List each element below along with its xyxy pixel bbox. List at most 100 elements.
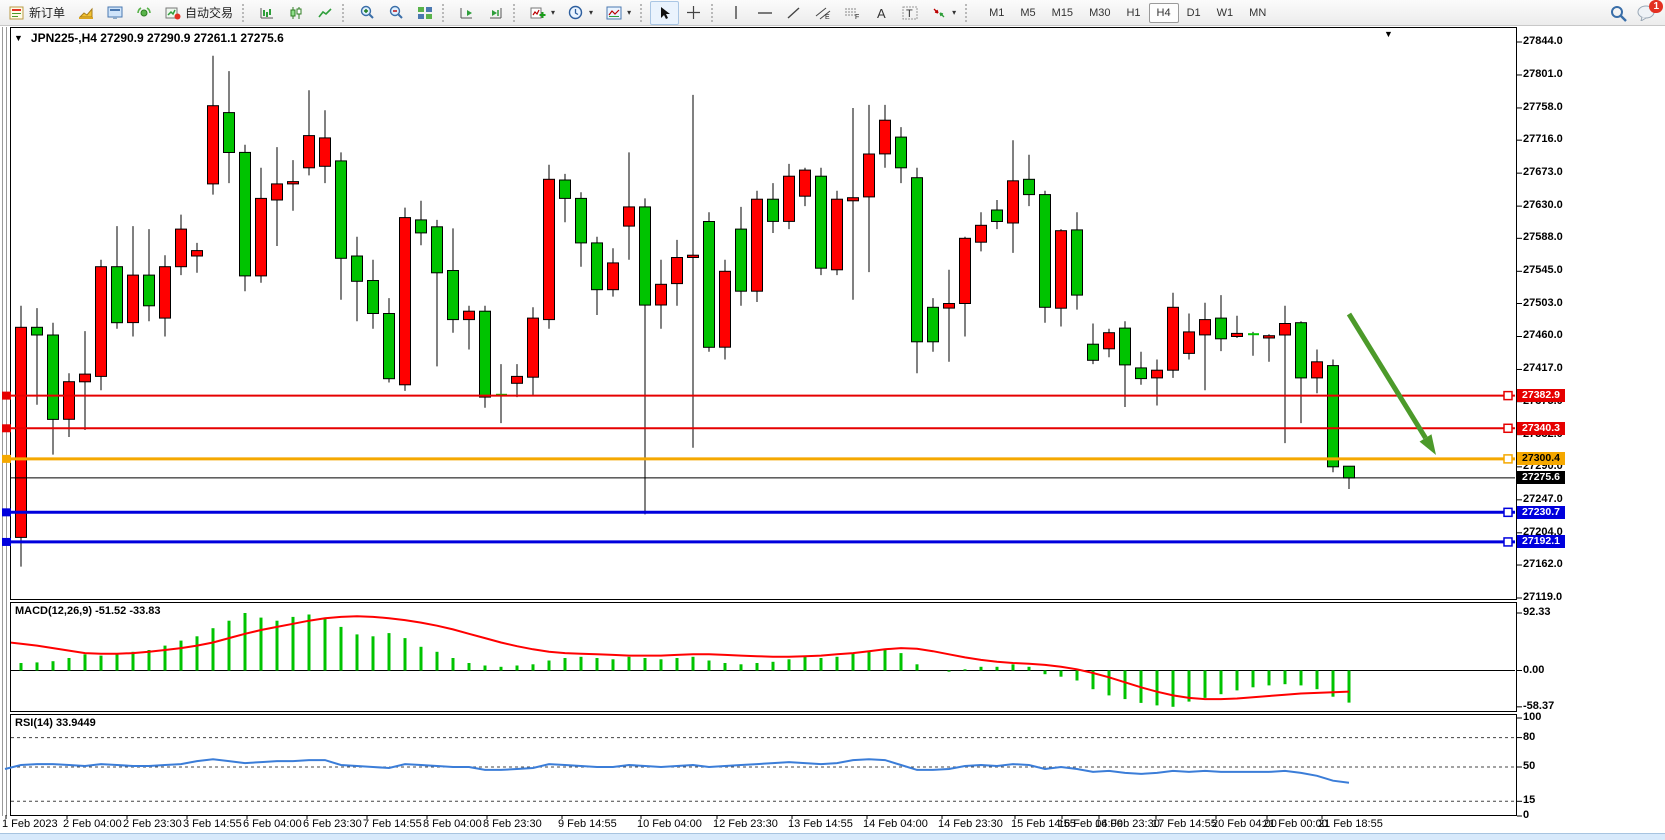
toolbar-separator [513,4,520,22]
macd-tick-label: 0.00 [1523,664,1544,676]
auto-scroll-button[interactable] [481,1,510,25]
crosshair-tool-button[interactable] [679,1,708,25]
price-tick-label: 27630.0 [1523,199,1563,211]
market-watch-button[interactable] [100,1,129,25]
line-chart-mode-button[interactable] [310,1,339,25]
zoom-out-button[interactable] [381,1,410,25]
auto-trading-icon [164,5,181,21]
time-axis-label: 9 Feb 14:55 [558,818,617,830]
dropdown-arrow-icon: ▾ [627,8,631,17]
periods-button[interactable]: ▾ [561,1,599,25]
price-tick-label: 27716.0 [1523,133,1563,145]
auto-scroll-icon [487,5,504,21]
tf-button-M15[interactable]: M15 [1044,3,1081,23]
zoom-in-icon [358,5,375,21]
indicators-button[interactable]: ▾ [523,1,561,25]
rsi-label: RSI(14) 33.9449 [15,717,96,729]
svg-text:A: A [877,6,886,20]
auto-trading-button[interactable]: 自动交易 [158,1,239,25]
fibonacci-icon: F [843,5,860,21]
current-price-badge: 27275.6 [1517,471,1565,484]
horizontal-line-icon [756,5,773,21]
price-tick-label: 27588.0 [1523,231,1563,243]
chart-shift-icon [458,5,475,21]
tile-windows-button[interactable] [410,1,439,25]
time-axis-label: 10 Feb 04:00 [637,818,702,830]
zoom-out-icon [387,5,404,21]
toolbar: 新订单 自动交易 [0,0,1665,26]
price-tick-label: 27801.0 [1523,68,1563,80]
bar-chart-mode-button[interactable] [252,1,281,25]
time-axis-label: 17 Feb 14:55 [1152,818,1217,830]
tf-button-D1[interactable]: D1 [1179,3,1209,23]
tf-button-H4[interactable]: H4 [1149,3,1179,23]
history-center-button[interactable] [71,1,100,25]
dropdown-arrow-icon: ▾ [551,8,555,17]
tf-button-M5[interactable]: M5 [1012,3,1043,23]
collapse-panel-icon[interactable]: ▼ [14,33,23,43]
vertical-line-icon [727,5,744,21]
price-tick-label: 27460.0 [1523,329,1563,341]
new-order-button[interactable]: 新订单 [2,1,71,25]
time-axis-label: 2 Feb 23:30 [123,818,182,830]
time-axis-label: 21 Feb 18:55 [1318,818,1383,830]
time-axis-label: 8 Feb 23:30 [483,818,542,830]
rsi-panel[interactable] [10,714,1517,816]
window-bottom-edge [0,833,1665,840]
text-tool-button[interactable]: A [866,1,895,25]
window-left-frame [2,27,7,816]
channel-tool-button[interactable]: E [808,1,837,25]
tf-button-H1[interactable]: H1 [1118,3,1148,23]
market-watch-icon [106,5,123,21]
line-chart-icon [316,5,333,21]
new-order-icon [8,5,25,21]
search-icon[interactable] [1610,5,1627,21]
text-label-tool-button[interactable]: T [895,1,924,25]
auto-trading-label: 自动交易 [185,4,233,21]
chart-title-text: JPN225-,H4 27290.9 27290.9 27261.1 27275… [31,31,284,45]
signals-button[interactable] [129,1,158,25]
text-icon: A [872,5,889,21]
trendline-tool-button[interactable] [779,1,808,25]
toolbar-separator [242,4,249,22]
fibonacci-tool-button[interactable]: F [837,1,866,25]
trendline-icon [785,5,802,21]
price-tick-label: 27503.0 [1523,297,1563,309]
vertical-line-tool-button[interactable] [721,1,750,25]
svg-text:F: F [855,14,859,20]
price-tick-label: 27162.0 [1523,558,1563,570]
candlestick-mode-button[interactable] [281,1,310,25]
tf-button-MN[interactable]: MN [1241,3,1274,23]
tf-button-M1[interactable]: M1 [981,3,1012,23]
bar-chart-icon [258,5,275,21]
arrows-tool-button[interactable]: ▾ [924,1,962,25]
time-axis-label: 14 Feb 04:00 [863,818,928,830]
chat-notifications-icon[interactable]: 1 [1635,5,1657,21]
main-chart-plot[interactable] [10,27,1517,600]
macd-panel[interactable] [10,602,1517,712]
arrow-objects-icon [930,5,947,21]
dropdown-arrow-icon: ▾ [589,8,593,17]
text-label-icon: T [901,5,918,21]
rsi-tick-label: 100 [1523,711,1541,723]
horizontal-line-tool-button[interactable] [750,1,779,25]
tf-button-M30[interactable]: M30 [1081,3,1118,23]
templates-button[interactable]: ▾ [599,1,637,25]
dropdown-arrow-icon: ▾ [952,8,956,17]
cursor-icon [656,5,673,21]
chart-title: ▼ JPN225-,H4 27290.9 27290.9 27261.1 272… [14,31,284,45]
toolbar-separator [640,4,647,22]
cursor-tool-button[interactable] [650,1,679,25]
price-level-badge: 27230.7 [1517,506,1565,519]
clock-icon [567,5,584,21]
price-tick-label: 27417.0 [1523,362,1563,374]
price-tick-label: 27545.0 [1523,264,1563,276]
time-axis-label: 1 Feb 2023 [2,818,58,830]
rsi-tick-label: 15 [1523,794,1535,806]
zoom-in-button[interactable] [352,1,381,25]
price-level-badge: 27192.1 [1517,535,1565,548]
tf-button-W1[interactable]: W1 [1209,3,1242,23]
time-axis-label: 6 Feb 04:00 [243,818,302,830]
svg-text:E: E [825,14,830,20]
chart-shift-button[interactable] [452,1,481,25]
